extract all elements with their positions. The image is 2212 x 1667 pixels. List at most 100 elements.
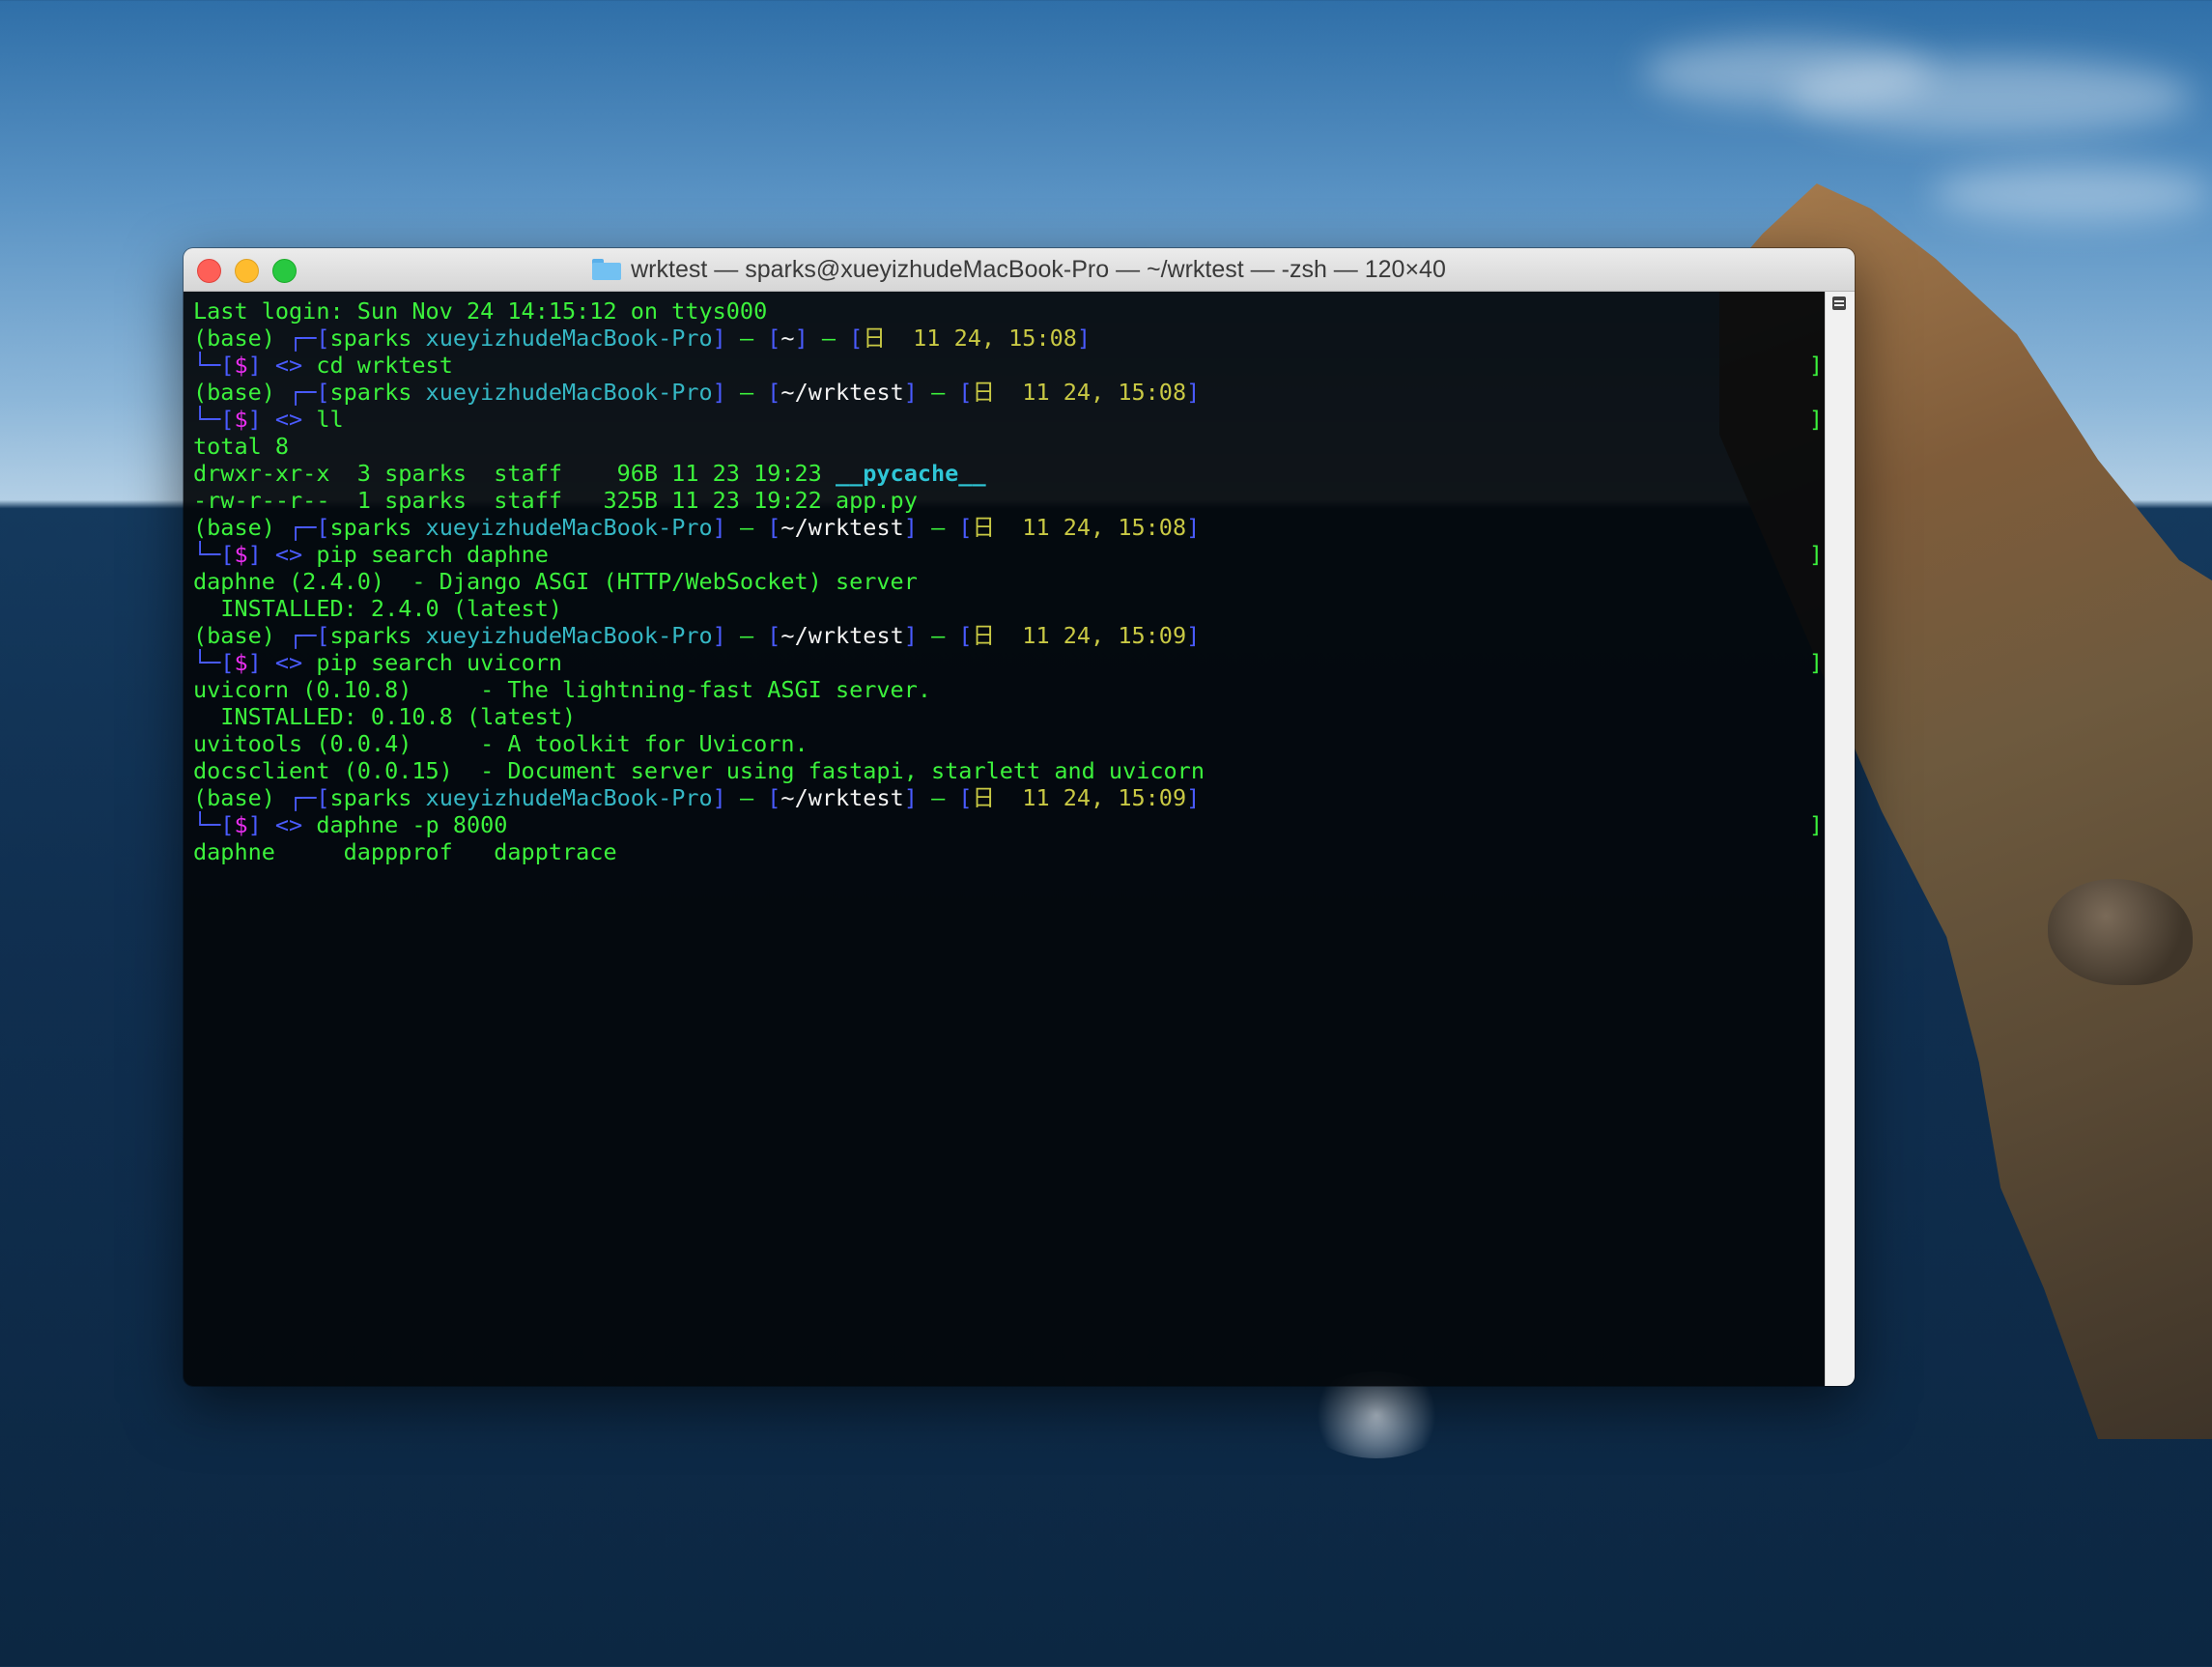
- prompt-corner: ┌─[: [289, 514, 330, 541]
- prompt-header-line: (base) ┌─[sparks xueyizhudeMacBook-Pro] …: [193, 622, 1825, 649]
- prompt-user: sparks: [329, 325, 412, 352]
- prompt-host: xueyizhudeMacBook-Pro: [425, 784, 713, 811]
- close-button[interactable]: [197, 259, 221, 283]
- prompt-path: ~/wrktest: [780, 784, 904, 811]
- prompt-dash: –: [739, 784, 768, 811]
- prompt-dash: –: [821, 325, 850, 352]
- prompt-corner: └─[: [193, 811, 235, 838]
- prompt-header-line: (base) ┌─[sparks xueyizhudeMacBook-Pro] …: [193, 325, 1825, 352]
- prompt-arrows: <>: [274, 406, 317, 433]
- output-text: total 8: [193, 433, 290, 460]
- command-text: daphne -p 8000: [316, 811, 508, 838]
- prompt-env: (base): [193, 784, 290, 811]
- right-bracket: ]: [1808, 541, 1823, 568]
- directory-name: __pycache__: [835, 460, 986, 487]
- prompt-dollar: $: [234, 352, 248, 379]
- prompt-header-line: (base) ┌─[sparks xueyizhudeMacBook-Pro] …: [193, 379, 1825, 406]
- output-text: uvicorn (0.10.8) - The lightning-fast AS…: [193, 676, 932, 703]
- prompt-bracket: ]: [247, 352, 275, 379]
- output-line: daphne (2.4.0) - Django ASGI (HTTP/WebSo…: [193, 568, 1825, 595]
- output-text: uvitools (0.0.4) - A toolkit for Uvicorn…: [193, 730, 808, 757]
- command-text: ll: [316, 406, 344, 433]
- prompt-bracket: ]: [247, 406, 275, 433]
- prompt-bracket: [: [767, 514, 781, 541]
- prompt-bracket: ]: [712, 622, 740, 649]
- prompt-env: (base): [193, 379, 290, 406]
- output-text: daphne (2.4.0) - Django ASGI (HTTP/WebSo…: [193, 568, 918, 595]
- command-text: pip search uvicorn: [316, 649, 563, 676]
- output-text: daphne dappprof dapptrace: [193, 838, 617, 865]
- prompt-bracket: ]: [903, 784, 932, 811]
- prompt-time: 日 11 24, 15:08: [972, 379, 1187, 406]
- prompt-bracket: ]: [247, 811, 275, 838]
- terminal-window[interactable]: wrktest — sparks@xueyizhudeMacBook-Pro —…: [184, 248, 1855, 1386]
- prompt-path: ~/wrktest: [780, 379, 904, 406]
- prompt-dash: –: [931, 379, 959, 406]
- prompt-bracket: [: [958, 622, 973, 649]
- prompt-bracket: [: [767, 379, 781, 406]
- right-bracket: ]: [1808, 352, 1823, 379]
- split-pane-icon[interactable]: [1832, 297, 1846, 310]
- prompt-user: sparks: [329, 379, 412, 406]
- prompt-host: xueyizhudeMacBook-Pro: [425, 325, 713, 352]
- prompt-user: sparks: [329, 784, 412, 811]
- output-line: -rw-r--r-- 1 sparks staff 325B 11 23 19:…: [193, 487, 1825, 514]
- prompt-bracket: [: [767, 784, 781, 811]
- prompt-bracket: ]: [247, 649, 275, 676]
- prompt-command-line: └─[$] <> cd wrktest]: [193, 352, 1825, 379]
- output-text: INSTALLED: 2.4.0 (latest): [193, 595, 563, 622]
- prompt-bracket: [: [958, 379, 973, 406]
- prompt-corner: ┌─[: [289, 379, 330, 406]
- prompt-path: ~/wrktest: [780, 622, 904, 649]
- prompt-dash: –: [931, 514, 959, 541]
- prompt-dash: –: [931, 622, 959, 649]
- prompt-path: ~/wrktest: [780, 514, 904, 541]
- prompt-bracket: ]: [903, 379, 932, 406]
- prompt-bracket: ]: [794, 325, 822, 352]
- output-line: total 8: [193, 433, 1825, 460]
- prompt-arrows: <>: [274, 649, 317, 676]
- prompt-bracket: ]: [1186, 784, 1201, 811]
- window-title-text: wrktest — sparks@xueyizhudeMacBook-Pro —…: [631, 255, 1446, 283]
- prompt-command-line: └─[$] <> daphne -p 8000]: [193, 811, 1825, 838]
- output-line: INSTALLED: 2.4.0 (latest): [193, 595, 1825, 622]
- prompt-bracket: ]: [903, 622, 932, 649]
- prompt-header-line: (base) ┌─[sparks xueyizhudeMacBook-Pro] …: [193, 784, 1825, 811]
- window-title: wrktest — sparks@xueyizhudeMacBook-Pro —…: [592, 256, 1446, 284]
- prompt-dollar: $: [234, 541, 248, 568]
- prompt-time: 日 11 24, 15:09: [972, 622, 1187, 649]
- prompt-corner: └─[: [193, 541, 235, 568]
- prompt-bracket: ]: [1186, 622, 1201, 649]
- prompt-dollar: $: [234, 649, 248, 676]
- prompt-bracket: ]: [1186, 514, 1201, 541]
- maximize-button[interactable]: [272, 259, 297, 283]
- prompt-bracket: ]: [903, 514, 932, 541]
- prompt-dash: –: [739, 514, 768, 541]
- prompt-bracket: ]: [247, 541, 275, 568]
- prompt-arrows: <>: [274, 352, 317, 379]
- scrollbar[interactable]: [1825, 292, 1855, 1386]
- title-bar[interactable]: wrktest — sparks@xueyizhudeMacBook-Pro —…: [184, 248, 1855, 292]
- prompt-user: sparks: [329, 514, 412, 541]
- prompt-command-line: └─[$] <> pip search daphne]: [193, 541, 1825, 568]
- minimize-button[interactable]: [235, 259, 259, 283]
- prompt-corner: ┌─[: [289, 784, 330, 811]
- terminal-output[interactable]: Last login: Sun Nov 24 14:15:12 on ttys0…: [184, 292, 1825, 1386]
- prompt-time: 日 11 24, 15:08: [972, 514, 1187, 541]
- prompt-bracket: ]: [712, 784, 740, 811]
- prompt-host: xueyizhudeMacBook-Pro: [425, 379, 713, 406]
- prompt-dash: –: [931, 784, 959, 811]
- prompt-time: 日 11 24, 15:09: [972, 784, 1187, 811]
- output-line: uvitools (0.0.4) - A toolkit for Uvicorn…: [193, 730, 1825, 757]
- prompt-env: (base): [193, 514, 290, 541]
- right-bracket: ]: [1808, 811, 1823, 838]
- output-line: drwxr-xr-x 3 sparks staff 96B 11 23 19:2…: [193, 460, 1825, 487]
- window-controls: [197, 259, 297, 283]
- right-bracket: ]: [1808, 406, 1823, 433]
- prompt-command-line: └─[$] <> ll]: [193, 406, 1825, 433]
- output-text: INSTALLED: 0.10.8 (latest): [193, 703, 577, 730]
- prompt-dash: –: [739, 325, 768, 352]
- prompt-corner: ┌─[: [289, 325, 330, 352]
- prompt-bracket: [: [958, 514, 973, 541]
- prompt-bracket: [: [849, 325, 864, 352]
